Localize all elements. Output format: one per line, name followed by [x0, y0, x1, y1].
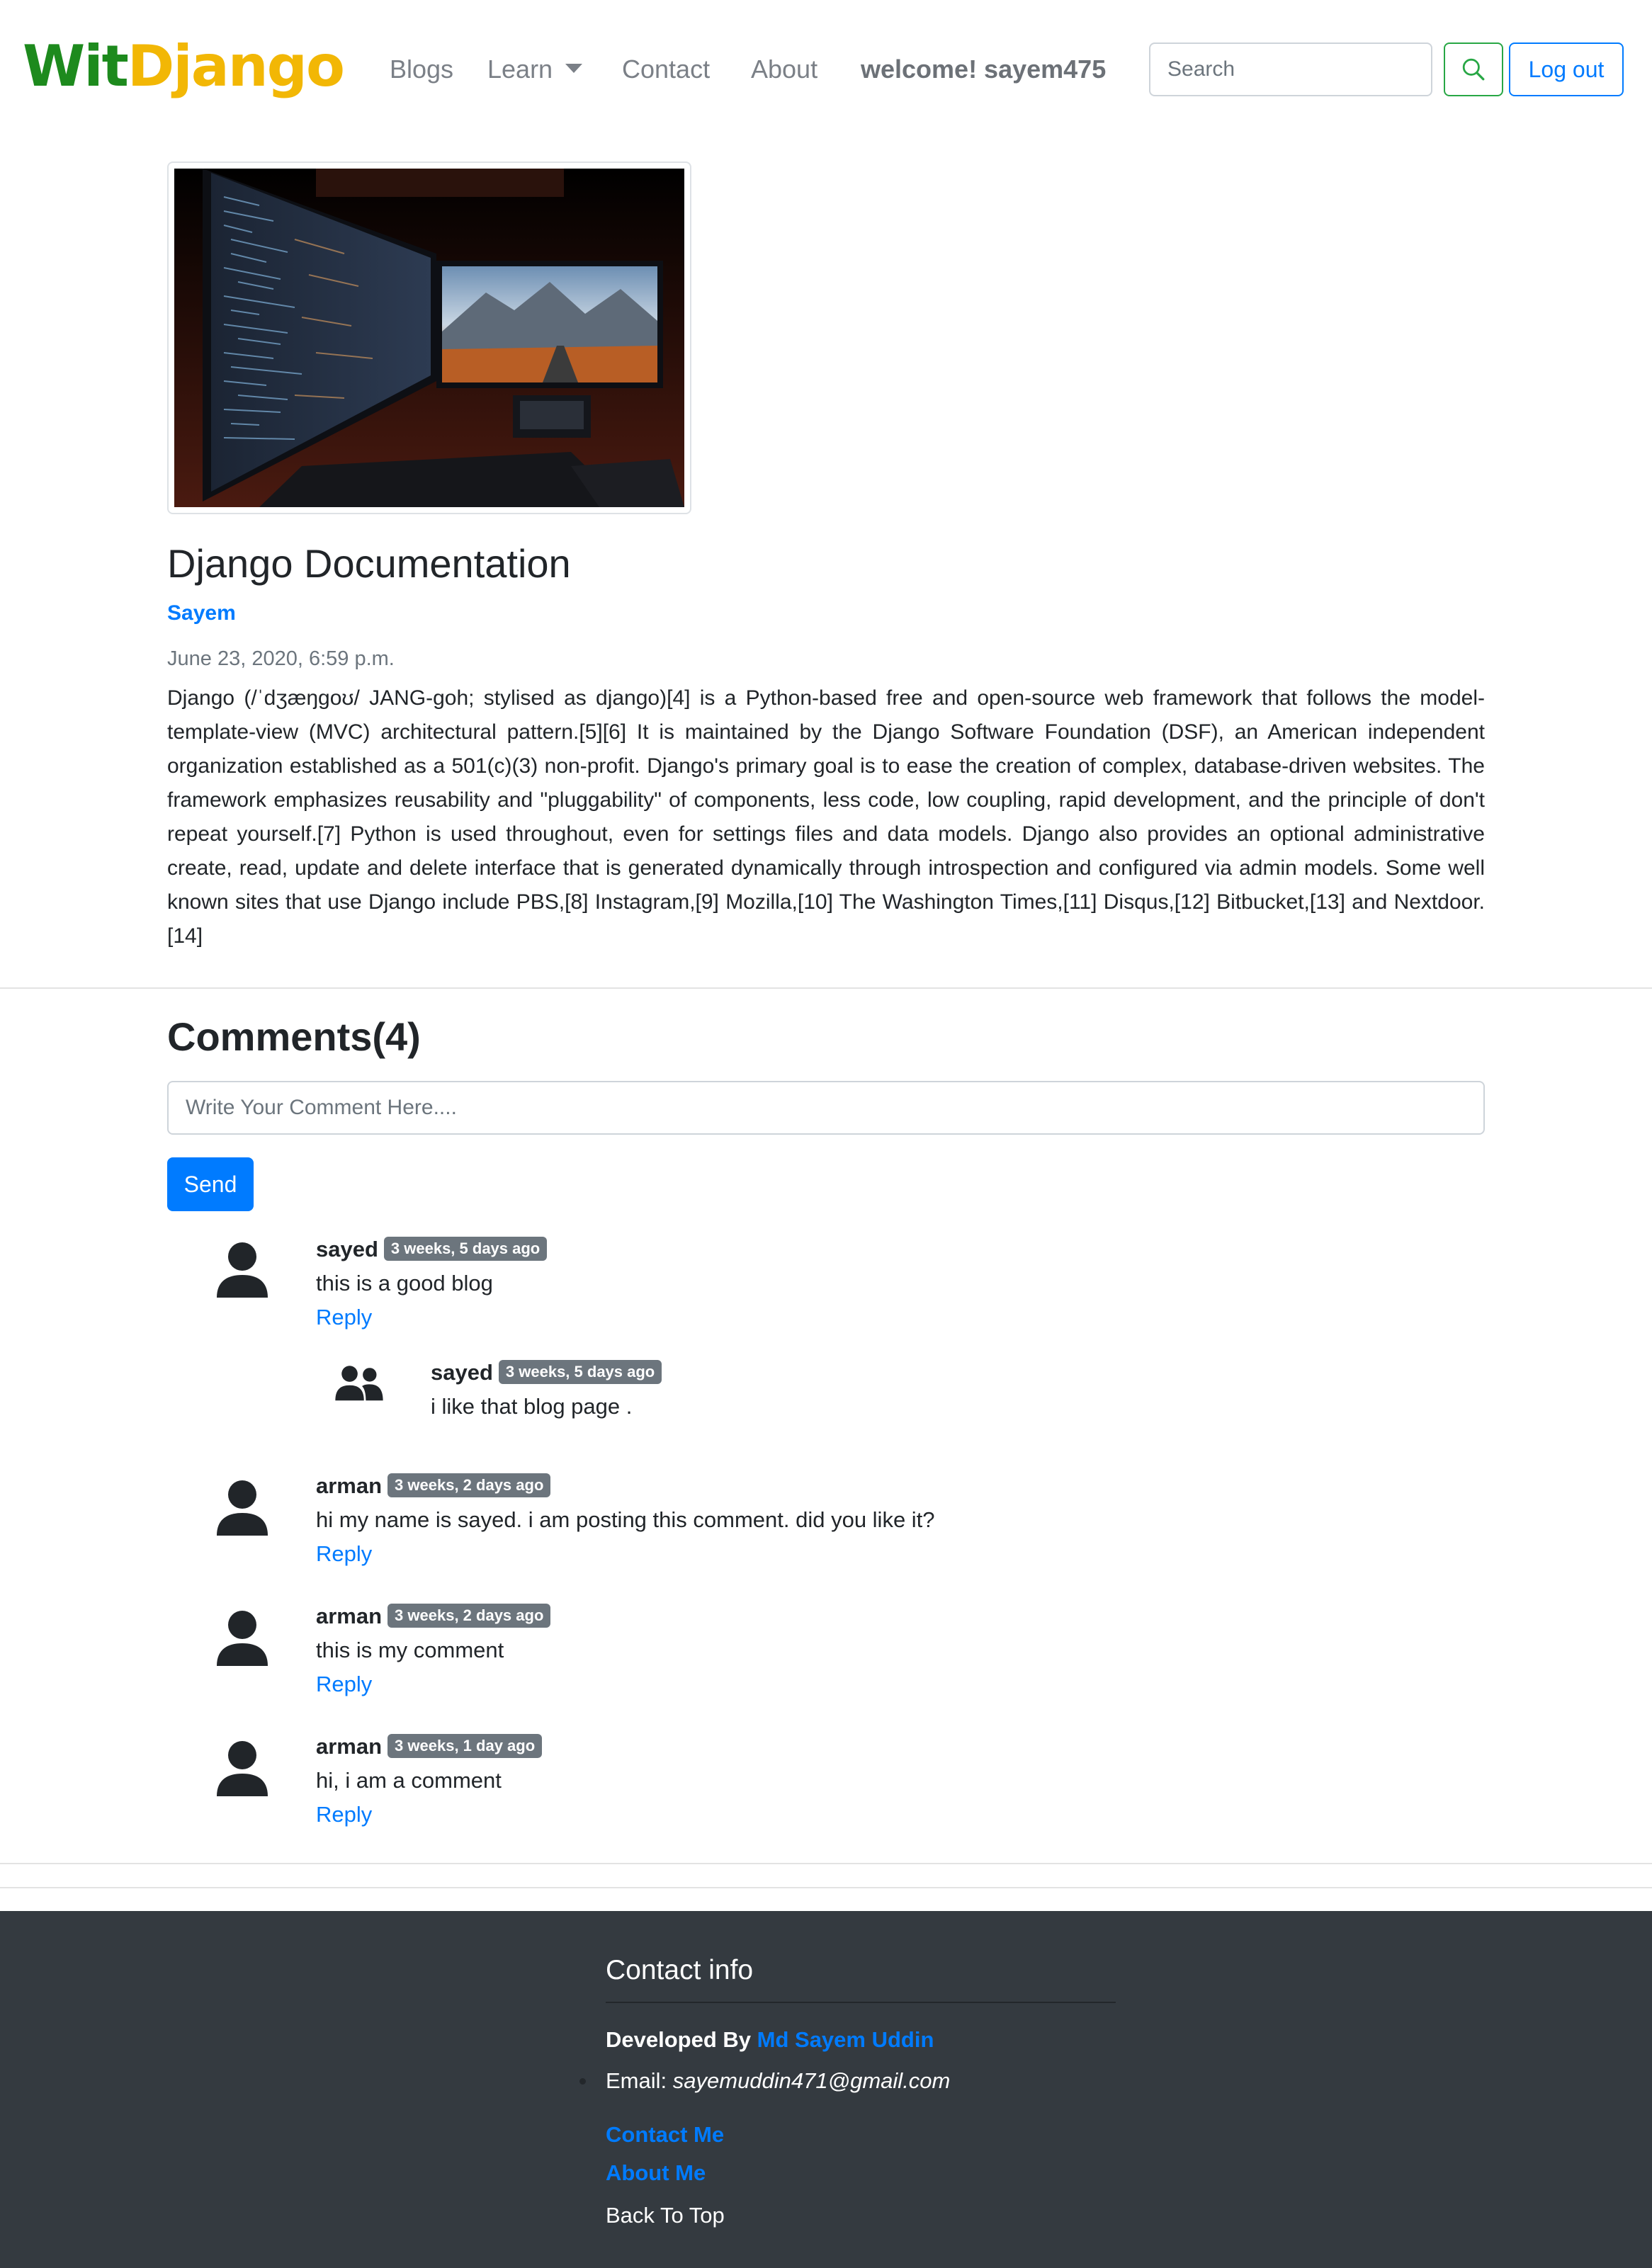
- back-to-top-link[interactable]: Back To Top: [606, 2200, 725, 2231]
- comment-author: sayed: [316, 1237, 378, 1261]
- email-label: Email:: [606, 2068, 667, 2093]
- comment-item: sayed 3 weeks, 5 days ago this is a good …: [0, 1232, 1652, 1346]
- about-me-link[interactable]: About Me: [606, 2158, 706, 2189]
- comment-author: arman: [316, 1734, 383, 1759]
- reply-link[interactable]: Reply: [316, 1669, 372, 1700]
- post-body: Django (/ˈdʒæŋɡoʊ/ JANG-goh; stylised as…: [167, 686, 1485, 948]
- send-button[interactable]: Send: [167, 1157, 254, 1211]
- nav-contact-link[interactable]: Contact: [622, 50, 710, 89]
- post-author-link[interactable]: Sayem: [167, 598, 236, 629]
- search-button[interactable]: [1444, 42, 1503, 96]
- comment-author: arman: [316, 1473, 383, 1498]
- nav-blogs-link[interactable]: Blogs: [390, 50, 453, 89]
- reply-item: sayed 3 weeks, 5 days ago i like that blo…: [0, 1357, 1652, 1435]
- comment-time-badge: 3 weeks, 1 day ago: [387, 1734, 543, 1758]
- post-title: Django Documentation: [167, 541, 571, 586]
- developer-name-link[interactable]: Md Sayem Uddin: [757, 2027, 934, 2052]
- chevron-down-icon: [565, 63, 583, 73]
- brand-logo[interactable]: WitDjango: [23, 31, 345, 102]
- post-image: [174, 169, 684, 507]
- comments-heading: Comments(4): [167, 1009, 421, 1065]
- comments-count: (4): [372, 1014, 421, 1059]
- comment-time-badge: 3 weeks, 2 days ago: [387, 1473, 551, 1497]
- email-address: sayemuddin471@gmail.com: [672, 2068, 951, 2093]
- comments-heading-label: Comments: [167, 1014, 373, 1059]
- comment-text: this is my comment: [316, 1638, 504, 1662]
- reply-author: sayed: [431, 1360, 493, 1385]
- users-icon: [335, 1366, 383, 1401]
- welcome-user-text: welcome! sayem475: [861, 55, 1107, 84]
- logout-button[interactable]: Log out: [1509, 42, 1624, 96]
- footer-divider: [606, 2002, 1116, 2003]
- contact-me-link[interactable]: Contact Me: [606, 2119, 724, 2150]
- user-icon: [217, 1611, 268, 1666]
- post-date: June 23, 2020, 6:59 p.m.: [167, 647, 395, 670]
- search-input[interactable]: [1149, 42, 1432, 96]
- nav-about-link[interactable]: About: [751, 50, 817, 89]
- reply-link[interactable]: Reply: [316, 1302, 372, 1333]
- brand-part-2: Django: [127, 33, 345, 99]
- developed-by: Developed By Md Sayem Uddin: [606, 2024, 934, 2056]
- comment-item: arman 3 weeks, 2 days ago this is my comm…: [0, 1601, 1652, 1714]
- reply-time-badge: 3 weeks, 5 days ago: [498, 1360, 662, 1384]
- comment-text: this is a good blog: [316, 1271, 493, 1295]
- footer: Contact info Developed By Md Sayem Uddin…: [0, 1911, 1652, 2268]
- user-icon: [217, 1480, 268, 1536]
- comment-time-badge: 3 weeks, 2 days ago: [387, 1604, 551, 1628]
- nav-learn-dropdown[interactable]: Learn: [487, 50, 583, 89]
- nav-learn-label: Learn: [487, 55, 553, 84]
- reply-text: i like that blog page .: [431, 1394, 633, 1419]
- footer-email: Email: sayemuddin471@gmail.com: [606, 2065, 950, 2097]
- user-icon: [217, 1242, 268, 1298]
- divider: [0, 1887, 1652, 1888]
- divider: [0, 987, 1652, 989]
- desk-monitors-illustration: [174, 169, 684, 507]
- post-thumbnail: [167, 161, 691, 514]
- comment-text: hi, i am a comment: [316, 1768, 502, 1793]
- reply-link[interactable]: Reply: [316, 1799, 372, 1830]
- comment-item: arman 3 weeks, 1 day ago hi, i am a comme…: [0, 1731, 1652, 1844]
- comment-author: arman: [316, 1604, 383, 1628]
- developed-by-label: Developed By: [606, 2027, 752, 2052]
- brand-part-1: Wit: [23, 33, 129, 99]
- footer-title: Contact info: [606, 1955, 754, 1985]
- comment-input[interactable]: [167, 1081, 1485, 1135]
- reply-link[interactable]: Reply: [316, 1538, 372, 1570]
- search-icon: [1462, 58, 1485, 81]
- divider: [0, 1863, 1652, 1864]
- list-bullet: [579, 2078, 586, 2085]
- comment-time-badge: 3 weeks, 5 days ago: [383, 1237, 548, 1261]
- user-icon: [217, 1741, 268, 1796]
- comment-item: arman 3 weeks, 2 days ago hi my name is s…: [0, 1470, 1652, 1584]
- comment-text: hi my name is sayed. i am posting this c…: [316, 1507, 935, 1532]
- navbar: WitDjango Blogs Learn Contact About welc…: [0, 0, 1652, 139]
